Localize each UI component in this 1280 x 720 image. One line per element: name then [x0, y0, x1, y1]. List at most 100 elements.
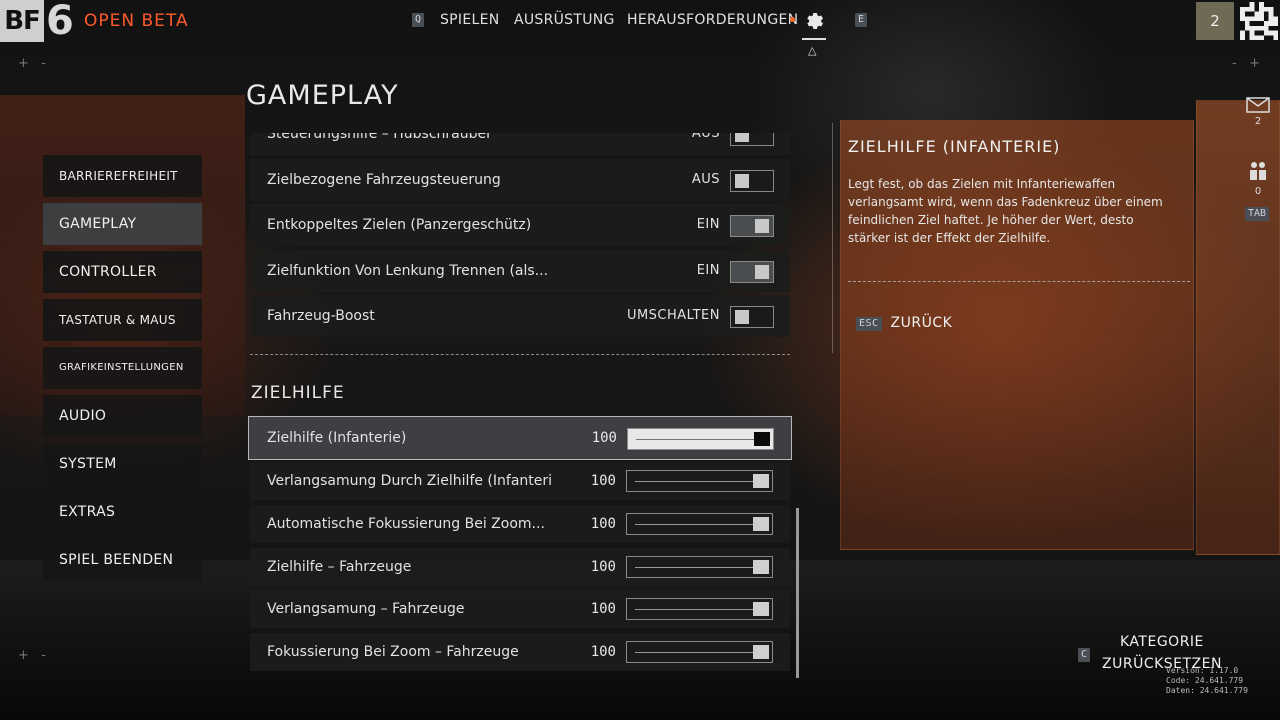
toggle-switch[interactable]: [730, 170, 774, 192]
slider[interactable]: [627, 428, 774, 450]
menu-item-graphics[interactable]: GRAFIKEINSTELLUNGEN: [43, 347, 202, 389]
settings-list: Steuerungshilfe – Hubschrauber AUS Zielb…: [250, 133, 790, 341]
setting-row[interactable]: Zielfunktion Von Lenkung Trennen (als...…: [250, 250, 790, 292]
toggle-knob: [755, 219, 769, 233]
setting-value: AUS: [691, 133, 720, 141]
slider[interactable]: [626, 470, 773, 492]
slider[interactable]: [626, 598, 773, 620]
player-avatar-icon[interactable]: [1240, 2, 1278, 40]
setting-label: Automatische Fokussierung Bei Zoom...: [267, 516, 545, 532]
reset-label-line1: KATEGORIE: [1120, 634, 1204, 650]
reset-key-hint: C: [1078, 648, 1091, 662]
menu-item-audio[interactable]: AUDIO: [43, 395, 202, 437]
menu-item-system[interactable]: SYSTEM: [43, 443, 202, 485]
nav-challenges[interactable]: HERAUSFORDERUNGEN: [627, 12, 798, 28]
corner-mark-top-right: - +: [1232, 56, 1260, 71]
settings-gear-icon[interactable]: [804, 10, 824, 30]
toggle-knob: [735, 310, 749, 324]
data-line: Daten: 24.641.779: [1166, 686, 1248, 695]
setting-label: Entkoppeltes Zielen (Panzergeschütz): [267, 217, 532, 233]
slider-handle[interactable]: [753, 474, 769, 488]
top-bar: BF 6 OPEN BETA Q SPIELEN AUSRÜSTUNG HERA…: [0, 0, 1280, 57]
slider-row[interactable]: Verlangsamung – Fahrzeuge 100: [250, 590, 790, 628]
setting-value: EIN: [696, 263, 720, 278]
slider-track: [635, 524, 764, 525]
toggle-knob: [735, 133, 749, 142]
menu-item-extras[interactable]: EXTRAS: [43, 491, 202, 533]
setting-value: 100: [590, 601, 616, 617]
toggle-knob: [735, 174, 749, 188]
info-description: Legt fest, ob das Zielen mit Infanteriew…: [848, 177, 1163, 245]
setting-label: Fahrzeug-Boost: [267, 308, 375, 324]
menu-item-accessibility[interactable]: BARRIEREFREIHEIT: [43, 155, 202, 197]
slider-row[interactable]: Zielhilfe – Fahrzeuge 100: [250, 548, 790, 586]
setting-label: Verlangsamung Durch Zielhilfe (Infanteri…: [267, 473, 552, 489]
slider[interactable]: [626, 556, 773, 578]
slider-row[interactable]: Fokussierung Bei Zoom – Fahrzeuge 100: [250, 633, 790, 671]
notification-dot: [790, 17, 795, 22]
settings-category-menu: BARRIEREFREIHEIT GAMEPLAY CONTROLLER TAS…: [43, 155, 202, 587]
slider[interactable]: [626, 641, 773, 663]
setting-row[interactable]: Zielbezogene Fahrzeugsteuerung AUS: [250, 159, 790, 201]
nav-equipment[interactable]: AUSRÜSTUNG: [514, 12, 615, 28]
slider-row[interactable]: Automatische Fokussierung Bei Zoom... 10…: [250, 505, 790, 543]
triangle-icon: △: [808, 44, 817, 57]
back-label: ZURÜCK: [890, 315, 953, 331]
version-info: Version: 1.17.0 Code: 24.641.779 Daten: …: [1166, 666, 1248, 696]
toggle-switch[interactable]: [730, 306, 774, 328]
slider-handle[interactable]: [753, 517, 769, 531]
toggle-switch[interactable]: [730, 133, 774, 146]
slider-row[interactable]: Verlangsamung Durch Zielhilfe (Infanteri…: [250, 462, 790, 500]
mail-count: 2: [1254, 116, 1262, 127]
tab-key-hint: TAB: [1245, 207, 1270, 221]
setting-label: Zielfunktion Von Lenkung Trennen (als...: [267, 263, 549, 279]
slider-handle[interactable]: [753, 645, 769, 659]
setting-label: Fokussierung Bei Zoom – Fahrzeuge: [267, 644, 519, 660]
section-title-aim-assist: ZIELHILFE: [251, 383, 345, 403]
esc-key-hint: ESC: [856, 317, 882, 331]
back-button[interactable]: ESC ZURÜCK: [856, 315, 952, 331]
slider-handle[interactable]: [753, 560, 769, 574]
corner-mark-top-left: + -: [18, 56, 46, 71]
setting-value: 100: [590, 473, 616, 489]
player-level-badge[interactable]: 2: [1196, 2, 1234, 40]
setting-row[interactable]: Steuerungshilfe – Hubschrauber AUS: [250, 133, 790, 155]
active-tab-indicator: [802, 38, 826, 40]
code-line: Code: 24.641.779: [1166, 676, 1244, 685]
toggle-switch[interactable]: [730, 261, 774, 283]
slider-track: [635, 481, 764, 482]
slider-handle[interactable]: [754, 432, 770, 446]
game-logo-number: 6: [46, 0, 74, 44]
setting-label: Zielbezogene Fahrzeugsteuerung: [267, 172, 501, 188]
version-line: Version: 1.17.0: [1166, 666, 1239, 675]
scrollbar[interactable]: [796, 508, 799, 678]
nav-play[interactable]: SPIELEN: [440, 12, 500, 28]
setting-label: Verlangsamung – Fahrzeuge: [267, 601, 465, 617]
toggle-switch[interactable]: [730, 215, 774, 237]
menu-item-controller[interactable]: CONTROLLER: [43, 251, 202, 293]
setting-row[interactable]: Fahrzeug-Boost UMSCHALTEN: [250, 295, 790, 337]
slider-track: [636, 439, 765, 440]
slider-handle[interactable]: [753, 602, 769, 616]
setting-label: Zielhilfe – Fahrzeuge: [267, 559, 412, 575]
nav-next-key: E: [855, 13, 868, 27]
setting-value: 100: [590, 644, 616, 660]
setting-value: 100: [591, 430, 617, 446]
slider-row-selected[interactable]: Zielhilfe (Infanterie) 100: [248, 416, 792, 460]
slider[interactable]: [626, 513, 773, 535]
squad-icon[interactable]: [1248, 160, 1268, 184]
setting-label: Zielhilfe (Infanterie): [267, 430, 407, 446]
menu-item-gameplay[interactable]: GAMEPLAY: [43, 203, 202, 245]
setting-value: UMSCHALTEN: [626, 308, 720, 323]
nav-prev-key: Q: [412, 13, 425, 27]
setting-value: 100: [590, 559, 616, 575]
setting-value: EIN: [696, 217, 720, 232]
slider-track: [635, 567, 764, 568]
info-title: ZIELHILFE (INFANTERIE): [848, 137, 1061, 156]
menu-item-quit-game[interactable]: SPIEL BEENDEN: [43, 539, 202, 581]
setting-row[interactable]: Entkoppeltes Zielen (Panzergeschütz) EIN: [250, 204, 790, 246]
mail-icon[interactable]: [1246, 97, 1270, 113]
page-title: GAMEPLAY: [246, 80, 399, 111]
menu-item-keyboard-mouse[interactable]: TASTATUR & MAUS: [43, 299, 202, 341]
setting-label: Steuerungshilfe – Hubschrauber: [267, 133, 492, 142]
